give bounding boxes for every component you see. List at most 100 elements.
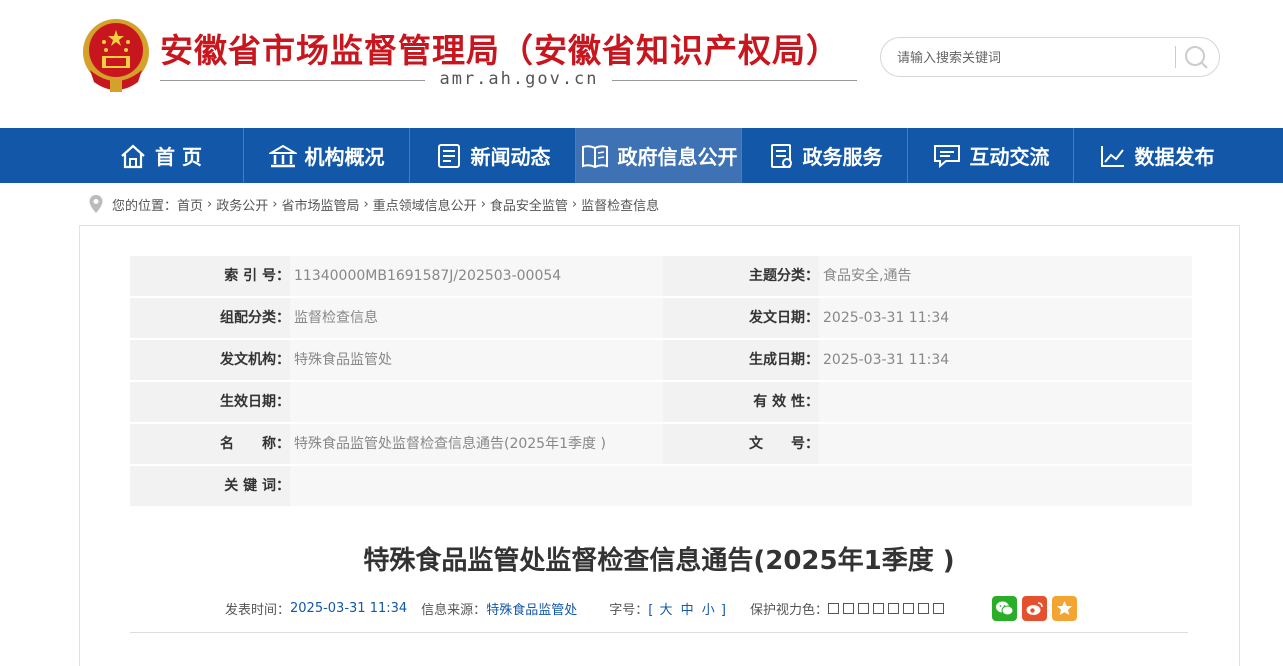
article-meta-bar: 发表时间： 2025-03-31 11:34 信息来源： 特殊食品监管处 字号：… (225, 598, 948, 618)
bracket: [ (648, 602, 654, 618)
weibo-icon (1026, 602, 1043, 615)
font-large-button[interactable]: 大 (659, 603, 672, 618)
search-input[interactable] (895, 46, 1169, 70)
chart-icon (1100, 145, 1124, 167)
meta-row: 名 称： 特殊食品监管处监督检查信息通告(2025年1季度 ) 文 号： (130, 424, 1192, 464)
meta-label: 生效日期： (220, 394, 290, 410)
nav-label: 新闻动态 (470, 145, 551, 169)
eye-color-swatch[interactable] (903, 602, 914, 614)
breadcrumb-link[interactable]: 省市场监管局 (281, 195, 359, 214)
breadcrumb-link[interactable]: 监督检查信息 (581, 195, 659, 214)
add-favorite-button[interactable] (1052, 596, 1077, 621)
nav-label: 首 页 (155, 145, 202, 169)
meta-value-keywords (290, 466, 1192, 506)
nav-item-data[interactable]: 数据发布 (1074, 128, 1239, 183)
breadcrumb: 您的位置： 首页 › 政务公开 › 省市场监管局 › 重点领域信息公开 › 食品… (88, 194, 659, 214)
eye-color-swatch[interactable] (933, 602, 944, 614)
service-icon (770, 143, 792, 168)
breadcrumb-link[interactable]: 政务公开 (216, 195, 268, 214)
meta-value-category: 监督检查信息 (290, 298, 663, 338)
search-divider (1175, 46, 1176, 68)
search-box (880, 37, 1220, 77)
nav-item-news[interactable]: 新闻动态 (410, 128, 575, 183)
institution-icon (268, 144, 297, 167)
search-button[interactable] (1181, 43, 1211, 71)
breadcrumb-link[interactable]: 食品安全监管 (490, 195, 568, 214)
breadcrumb-separator: › (363, 196, 369, 212)
breadcrumb-link[interactable]: 首页 (177, 195, 203, 214)
breadcrumb-separator: › (571, 196, 578, 212)
nav-label: 机构概况 (304, 145, 385, 169)
meta-value-topic: 食品安全,通告 (819, 256, 1192, 296)
eye-color-label: 保护视力色： (749, 602, 828, 618)
breadcrumb-prefix: 您的位置： (112, 198, 178, 214)
title-underline-right (612, 80, 857, 81)
meta-value-issuer: 特殊食品监管处 (290, 340, 663, 380)
meta-value-issue-date: 2025-03-31 11:34 (819, 298, 1192, 338)
publish-label: 发表时间： (225, 602, 291, 618)
eye-color-swatch[interactable] (873, 602, 884, 614)
star-icon (1057, 601, 1072, 615)
meta-label: 索 引 号： (224, 268, 290, 284)
meta-value-validity (819, 382, 1192, 422)
location-pin-icon (89, 195, 103, 213)
eye-color-swatch[interactable] (828, 602, 839, 614)
meta-row: 索 引 号： 11340000MB1691587J/202503-00054 主… (130, 256, 1192, 296)
meta-value-index-number: 11340000MB1691587J/202503-00054 (290, 256, 663, 296)
site-domain: amr.ah.gov.cn (439, 69, 599, 89)
nav-item-service[interactable]: 政务服务 (742, 128, 907, 183)
nav-label: 政务服务 (802, 145, 883, 169)
meta-label: 有 效 性： (753, 394, 819, 410)
font-size-label: 字号： (609, 602, 649, 618)
meta-label: 发文日期： (749, 310, 819, 326)
nav-item-institution[interactable]: 机构概况 (244, 128, 409, 183)
source-label: 信息来源： (421, 602, 487, 618)
breadcrumb-separator: › (207, 196, 213, 212)
breadcrumb-link[interactable]: 重点领域信息公开 (373, 195, 477, 214)
share-wechat-button[interactable] (992, 596, 1017, 621)
nav-label: 互动交流 (969, 145, 1050, 169)
font-small-button[interactable]: 小 (702, 603, 715, 618)
eye-color-swatch[interactable] (888, 602, 899, 614)
national-emblem-icon (83, 19, 149, 92)
meta-label: 主题分类： (749, 268, 819, 284)
search-icon (1185, 46, 1208, 69)
publish-time: 2025-03-31 11:34 (290, 600, 408, 616)
eye-color-swatch[interactable] (843, 602, 854, 614)
article-title: 特殊食品监管处监督检查信息通告(2025年1季度 ) (363, 546, 955, 576)
source-value: 特殊食品监管处 (486, 602, 578, 618)
meta-label: 关 键 词： (224, 478, 290, 494)
meta-row: 生效日期： 有 效 性： (130, 382, 1192, 422)
nav-item-home[interactable]: 首 页 (78, 128, 243, 183)
main-nav: 首 页 机构概况 新闻动态 政府信息公开 政务服务 互动交流 数据发布 (0, 128, 1283, 183)
meta-row: 组配分类： 监督检查信息 发文日期： 2025-03-31 11:34 (130, 298, 1192, 338)
chat-icon (933, 144, 960, 168)
nav-label: 数据发布 (1134, 145, 1215, 169)
meta-label: 发文机构： (220, 352, 290, 368)
meta-label: 文 号： (749, 436, 819, 452)
breadcrumb-separator: › (272, 196, 278, 212)
meta-label: 生成日期： (749, 352, 819, 368)
eye-color-swatch[interactable] (858, 602, 869, 614)
news-icon (437, 143, 460, 168)
share-weibo-button[interactable] (1022, 596, 1047, 621)
book-icon (581, 144, 608, 168)
title-underline-left (160, 80, 425, 81)
nav-item-gov-info[interactable]: 政府信息公开 (576, 128, 741, 183)
home-icon (121, 144, 145, 168)
meta-value-generated-date: 2025-03-31 11:34 (819, 340, 1192, 380)
wechat-icon (996, 601, 1014, 616)
meta-label: 名 称： (220, 436, 290, 452)
eye-color-swatch[interactable] (918, 602, 929, 614)
document-meta-table: 索 引 号： 11340000MB1691587J/202503-00054 主… (130, 256, 1192, 508)
bracket: ] (720, 602, 726, 618)
breadcrumb-separator: › (480, 196, 486, 212)
site-header: 安徽省市场监督管理局（安徽省知识产权局） amr.ah.gov.cn (0, 0, 1283, 128)
meta-value-name: 特殊食品监管处监督检查信息通告(2025年1季度 ) (290, 424, 663, 464)
site-title: 安徽省市场监督管理局（安徽省知识产权局） (160, 31, 840, 70)
meta-label: 组配分类： (220, 310, 290, 326)
nav-item-interaction[interactable]: 互动交流 (908, 128, 1073, 183)
meta-row: 关 键 词： (130, 466, 1192, 506)
meta-value-doc-number (819, 424, 1192, 464)
font-medium-button[interactable]: 中 (681, 603, 694, 618)
